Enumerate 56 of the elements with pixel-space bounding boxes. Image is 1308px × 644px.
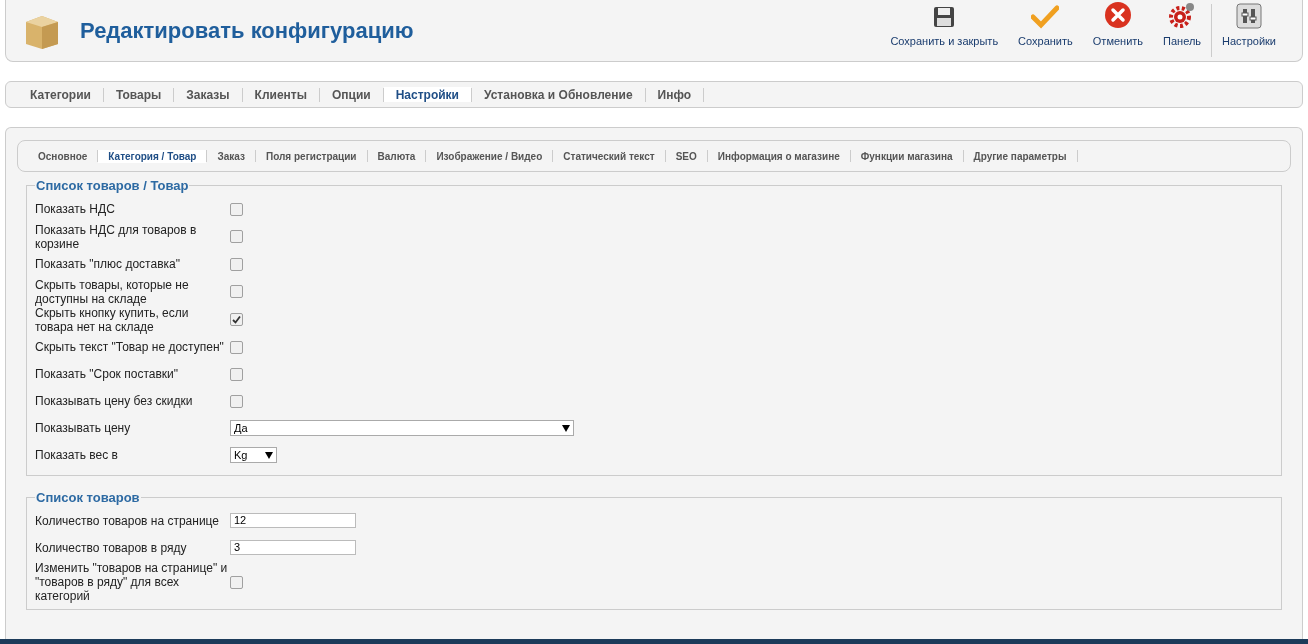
field-label: Показать НДС [35,202,116,216]
field-label: Показывать цену [35,421,132,435]
field-label: Показать НДС для товаров в корзине [35,222,198,251]
checkbox[interactable] [230,257,243,271]
nav-tab[interactable]: Настройки [383,87,471,102]
field-label: Скрыть текст "Товар не доступен" [35,340,225,354]
toolbar-button[interactable]: Сохранить и закрыть [880,0,1009,61]
checkbox[interactable] [230,285,243,298]
toolbar-button[interactable]: Настройки [1212,0,1286,61]
group-title: Список товаров / Товар [35,177,190,195]
settings-tab[interactable]: Категория / Товар [98,149,207,163]
checkbox[interactable] [230,394,243,408]
dropdown[interactable]: Kg [230,447,277,463]
nav-tab[interactable]: Клиенты [242,87,319,102]
nav-tab[interactable]: Инфо [645,87,704,102]
field-label: Количество товаров в ряду [35,540,188,555]
settings-tab[interactable]: Функции магазина [850,149,963,163]
field-label: Показывать цену без скидки [35,394,194,408]
input-field[interactable]: 12 [230,513,356,528]
settings-tab[interactable]: Валюта [367,149,426,163]
field-label: Изменить "товаров на странице" и "товаров в ряду" для всех категорий [35,561,229,603]
field-label: Показать вес в [35,448,119,462]
caret-icon [562,424,570,432]
caret-icon [265,451,273,459]
checkbox[interactable] [230,230,243,243]
settings-tab[interactable]: Поля регистрации [255,149,367,163]
settings-tab[interactable]: Другие параметры [963,149,1077,163]
field-label: Показать "плюс доставка" [35,257,181,271]
field-label: Показать "Срок поставки" [35,367,179,381]
settings-tab[interactable]: Изображение / Видео [426,149,553,163]
settings-tab[interactable]: SEO [665,149,707,163]
checkbox[interactable] [230,313,243,326]
input-field[interactable]: 3 [230,540,356,555]
checkmark-icon [1031,4,1060,29]
nav-tab[interactable]: Заказы [174,87,242,102]
dropdown[interactable]: Да [230,420,574,436]
nav-tab[interactable]: Опции [319,87,383,102]
checkbox[interactable] [230,340,243,354]
checkbox[interactable] [230,202,243,216]
page-title: Редактировать конфигурацию [80,17,414,45]
nav-tab[interactable]: Установка и Обновление [471,87,645,102]
field-label: Скрыть кнопку купить, если товара нет на складе [35,305,190,334]
field-label: Количество товаров на странице [35,513,220,528]
settings-tab[interactable]: Информация о магазине [707,149,850,163]
nav-tab[interactable]: Товары [103,87,174,102]
toolbar-button[interactable]: Панель [1153,0,1212,61]
settings-tab[interactable]: Основное [28,149,98,163]
checkbox[interactable] [230,575,243,589]
toolbar-button[interactable]: Отменить [1082,0,1154,61]
toolbar-button[interactable]: Сохранить [1008,0,1083,61]
nav-tab[interactable]: Категории [18,87,103,102]
settings-tab[interactable]: Статический текст [553,149,665,163]
field-label: Скрыть товары, которые не доступны на складе [35,277,190,306]
settings-tab[interactable]: Заказ [207,149,255,163]
checkbox[interactable] [230,367,243,381]
group-title: Список товаров [35,488,141,507]
